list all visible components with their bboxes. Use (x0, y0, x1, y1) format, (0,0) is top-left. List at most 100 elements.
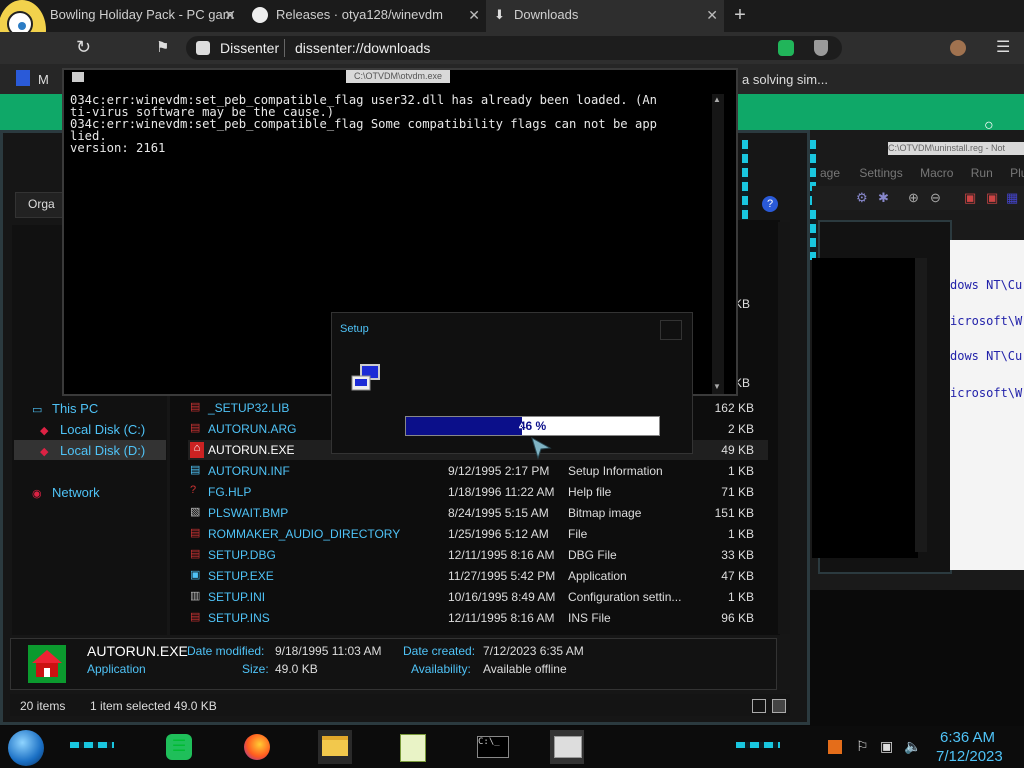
nav-local-disk-d[interactable]: ◆ Local Disk (D:) (40, 443, 145, 458)
taskbar-file-explorer[interactable] (318, 730, 352, 764)
menu-icon[interactable]: ☰ (996, 37, 1010, 57)
console-scrollbar[interactable] (712, 94, 724, 394)
clock-time[interactable]: 6:36 AM (940, 729, 995, 746)
table-row[interactable]: ▤ ROMMAKER_AUDIO_DIRECTORY 1/25/1996 5:1… (188, 524, 768, 544)
file-date: 12/11/1995 8:16 AM (448, 611, 555, 625)
tab-title: Downloads (514, 7, 579, 22)
taskbar-notepadpp[interactable] (396, 730, 430, 764)
close-tab-icon[interactable]: ✕ (468, 0, 480, 30)
toolbar-icon[interactable]: ▣ (986, 190, 998, 206)
dissenter-comment-icon[interactable] (778, 40, 794, 56)
console-line: 034c:err:winevdm:set_peb_compatible_flag… (70, 117, 657, 131)
table-row[interactable]: ▤ SETUP.DBG 12/11/1995 8:16 AM DBG File … (188, 545, 768, 565)
tiles-view-icon[interactable] (772, 699, 786, 713)
toolbar-icon[interactable]: ⚙ (856, 190, 868, 206)
tab-downloads[interactable]: ⬇ Downloads ✕ (486, 0, 724, 32)
file-name: AUTORUN.INF (208, 464, 290, 478)
tab-releases[interactable]: Releases · otya128/winevdm ✕ (246, 0, 486, 32)
close-icon[interactable] (660, 320, 682, 340)
menu-plugins[interactable]: Plu (1010, 166, 1024, 180)
scroll-down-icon[interactable]: ▼ (713, 382, 721, 391)
table-row[interactable]: ? FG.HLP 1/18/1996 11:22 AM Help file 71… (188, 482, 768, 502)
tab-bowling[interactable]: Bowling Holiday Pack - PC gam ✕ (50, 0, 242, 32)
code-line: dows NT\Cu (950, 278, 1023, 292)
file-size: 162 KB (714, 401, 754, 415)
address-divider (284, 39, 285, 57)
menu-run[interactable]: Run (971, 166, 993, 180)
file-name: SETUP.EXE (208, 569, 274, 583)
nav-this-pc[interactable]: ▭ This PC (32, 401, 98, 416)
console-icon: C:\_ (477, 736, 509, 758)
folder-icon (322, 736, 348, 756)
table-row[interactable]: ▧ PLSWAIT.BMP 8/24/1995 5:15 AM Bitmap i… (188, 503, 768, 523)
detail-file-kind: Application (87, 662, 146, 676)
flag-icon[interactable]: ⚐ (856, 738, 869, 755)
file-date: 1/25/1996 5:12 AM (448, 527, 549, 541)
toolbar-icon[interactable]: ▦ (1006, 190, 1018, 206)
file-icon: ▤ (190, 401, 201, 413)
file-type: Bitmap image (568, 506, 642, 520)
nav-label: Network (52, 485, 100, 500)
bookmark-partial-left[interactable]: M (38, 72, 49, 87)
nav-network[interactable]: ◉ Network (32, 485, 100, 500)
file-list-scrollbar[interactable] (778, 222, 790, 634)
notepadpp-icon (400, 734, 426, 762)
url-text[interactable]: dissenter://downloads (295, 40, 430, 56)
toolbar-icon[interactable]: ▣ (964, 190, 976, 206)
notepad-editor[interactable] (812, 258, 918, 558)
menu-macro[interactable]: Macro (920, 166, 953, 180)
bookmark-favicon[interactable] (16, 70, 30, 86)
zoom-in-icon[interactable]: ⊕ (908, 190, 919, 206)
taskbar-dissenter[interactable]: ☰ (162, 730, 196, 764)
taskbar-firefox[interactable] (240, 730, 274, 764)
volume-icon[interactable]: 🔈 (904, 738, 921, 755)
shield-icon[interactable] (814, 40, 828, 56)
setup-title: Setup (340, 323, 369, 335)
file-date: 9/12/1995 2:17 PM (448, 464, 550, 478)
organize-label: Orga (28, 197, 55, 211)
site-name: Dissenter (220, 40, 280, 56)
profile-avatar[interactable] (950, 40, 966, 56)
notepad-menu: age Settings Macro Run Plu (812, 166, 1024, 184)
nav-local-disk-c[interactable]: ◆ Local Disk (C:) (40, 422, 145, 437)
notepad-toolbar: ⚙ ✱ ⊕ ⊖ ▣ ▣ ▦ (812, 186, 1024, 210)
table-row[interactable]: ▣ SETUP.EXE 11/27/1995 5:42 PM Applicati… (188, 566, 768, 586)
scroll-up-icon[interactable]: ▲ (713, 95, 721, 104)
notepad-scrollbar[interactable] (915, 258, 927, 552)
bookmark-icon[interactable]: ⚑ (156, 38, 169, 56)
table-row[interactable]: ▤ AUTORUN.INF 9/12/1995 2:17 PM Setup In… (188, 461, 768, 481)
file-size: 151 KB (714, 506, 754, 520)
start-button[interactable] (8, 730, 44, 766)
help-icon[interactable]: ? (762, 196, 778, 212)
menu-settings[interactable]: Settings (859, 166, 902, 180)
file-type: INS File (568, 611, 611, 625)
new-tab-button[interactable]: + (728, 4, 752, 28)
close-tab-icon[interactable]: ✕ (706, 0, 718, 30)
tray-app-icon[interactable] (828, 740, 842, 754)
taskbar (0, 726, 1024, 768)
bookmark-partial[interactable]: a solving sim... (742, 72, 828, 87)
file-size: 47 KB (721, 569, 754, 583)
details-view-icon[interactable] (752, 699, 766, 713)
close-tab-icon[interactable]: ✕ (224, 0, 236, 30)
table-row[interactable]: ▤ SETUP.INS 12/11/1995 8:16 AM INS File … (188, 608, 768, 628)
taskbar-console[interactable]: C:\_ (474, 730, 510, 764)
toolbar-icon[interactable]: ✱ (878, 190, 889, 206)
file-name: ROMMAKER_AUDIO_DIRECTORY (208, 527, 401, 541)
console-line: lied. (70, 129, 107, 143)
file-date: 12/11/1995 8:16 AM (448, 548, 555, 562)
detail-file-name: AUTORUN.EXE (87, 643, 188, 659)
network-tray-icon[interactable]: ▣ (880, 738, 893, 755)
console-title: C:\OTVDM\otvdm.exe (346, 70, 450, 83)
menu-page[interactable]: age (820, 166, 840, 180)
taskbar-setup[interactable] (550, 730, 584, 764)
file-type: DBG File (568, 548, 617, 562)
console-app-icon (72, 72, 84, 82)
reload-icon[interactable]: ↻ (76, 37, 91, 58)
download-icon: ⬇ (494, 7, 505, 22)
date-created-label: Date created: (403, 644, 476, 658)
zoom-out-icon[interactable]: ⊖ (930, 190, 941, 206)
table-row[interactable]: ▥ SETUP.INI 10/16/1995 8:49 AM Configura… (188, 587, 768, 607)
clock-date[interactable]: 7/12/2023 (936, 748, 1003, 765)
nav-label: Local Disk (C:) (60, 422, 146, 437)
